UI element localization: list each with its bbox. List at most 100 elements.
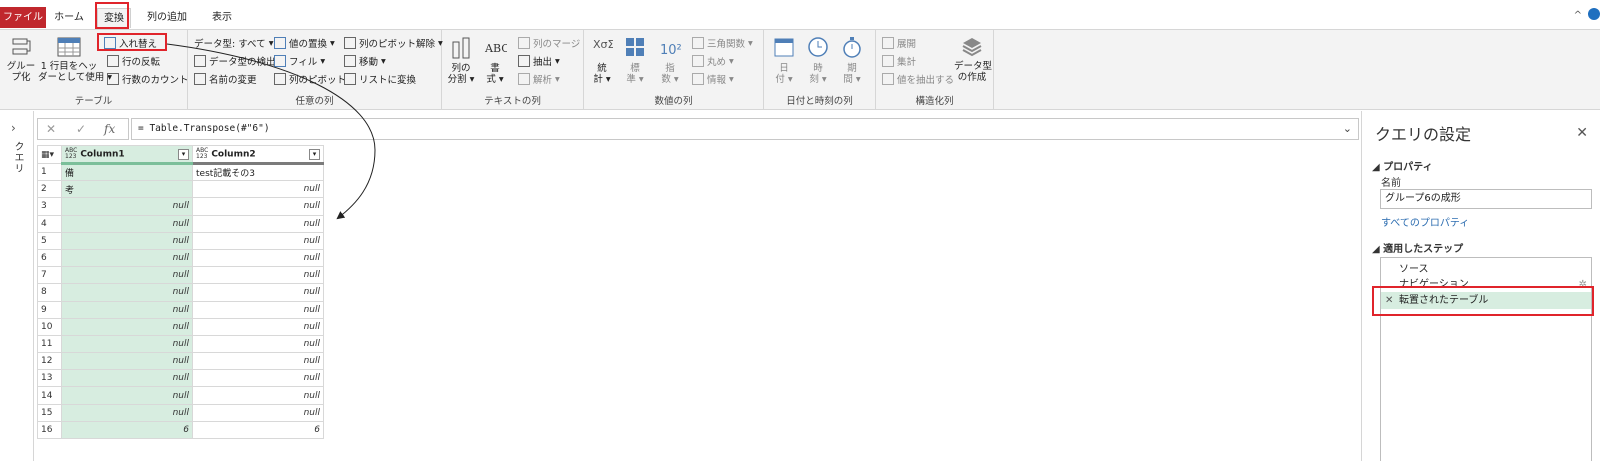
type-any-icon[interactable]: ABC 123 — [65, 148, 77, 160]
properties-section[interactable]: ◢ プロパティ — [1372, 158, 1433, 173]
cell[interactable]: null — [192, 317, 324, 336]
row-number: 14 — [37, 386, 62, 405]
count-rows-button[interactable]: 行数のカウント — [107, 71, 189, 87]
move-button[interactable]: 移動 ▾ — [344, 53, 386, 69]
cell[interactable]: null — [192, 266, 324, 285]
cell[interactable]: null — [192, 334, 324, 354]
cell[interactable]: null — [192, 300, 324, 319]
tab-view[interactable]: 表示 — [206, 8, 238, 28]
tab-add-column[interactable]: 列の追加 — [144, 8, 190, 28]
extract-button[interactable]: 抽出 ▾ — [518, 53, 560, 69]
cell[interactable]: null — [61, 214, 193, 233]
rounding-button[interactable]: 丸め ▾ — [692, 53, 734, 69]
cell[interactable]: null — [61, 197, 193, 216]
cancel-icon[interactable]: ✕ — [46, 122, 56, 136]
cell[interactable]: null — [192, 283, 324, 302]
step-navigation[interactable]: ナビゲーション ✲ — [1381, 276, 1591, 293]
column2-filter-icon[interactable]: ▾ — [309, 149, 320, 160]
expand-queries-icon[interactable]: › — [11, 121, 16, 135]
queries-pane-collapsed[interactable]: › クエリ — [0, 111, 34, 461]
pivot-button[interactable]: 列のピボット — [274, 71, 346, 87]
tab-home[interactable]: ホーム — [52, 8, 86, 28]
cell[interactable]: null — [192, 248, 324, 268]
cell[interactable]: null — [61, 248, 193, 268]
trig-button[interactable]: 三角関数 ▾ — [692, 35, 753, 51]
split-column-button[interactable]: 列の 分割 ▾ — [446, 36, 476, 85]
cell[interactable]: null — [192, 214, 324, 233]
cell[interactable]: 備 — [61, 162, 193, 182]
query-name-input[interactable]: グループ6の成形 — [1380, 189, 1592, 209]
cell[interactable]: null — [61, 283, 193, 302]
type-any-icon[interactable]: ABC 123 — [196, 148, 208, 160]
cell[interactable]: null — [192, 386, 324, 405]
expand-button[interactable]: 展開 — [882, 35, 916, 51]
reverse-rows-icon — [107, 55, 119, 67]
cell[interactable]: null — [61, 386, 193, 405]
detect-type-button[interactable]: データ型の検出 — [194, 53, 276, 69]
cell[interactable]: null — [61, 300, 193, 319]
unpivot-button[interactable]: 列のピボット解除 ▾ — [344, 35, 443, 51]
cell[interactable]: null — [61, 334, 193, 354]
cell[interactable]: test記載その3 — [192, 162, 324, 182]
help-icon[interactable] — [1588, 8, 1600, 20]
confirm-icon[interactable]: ✓ — [76, 122, 86, 136]
column1-filter-icon[interactable]: ▾ — [178, 149, 189, 160]
cell[interactable]: null — [61, 403, 193, 422]
cell[interactable]: 考 — [61, 180, 193, 199]
applied-steps-section[interactable]: ◢ 適用したステップ — [1372, 240, 1463, 255]
duration-button[interactable]: 期 間 ▾ — [838, 36, 866, 85]
cell[interactable]: null — [192, 369, 324, 388]
transpose-button[interactable]: 入れ替え — [104, 35, 157, 51]
table-row: 13 null null — [37, 369, 324, 388]
chevron-down-icon: ▾ — [381, 55, 386, 67]
cell[interactable]: null — [192, 352, 324, 371]
to-list-button[interactable]: リストに変換 — [344, 71, 416, 87]
cell[interactable]: null — [61, 317, 193, 336]
date-button[interactable]: 日 付 ▾ — [770, 36, 798, 85]
cell[interactable]: 6 — [61, 420, 193, 440]
tab-file[interactable]: ファイル — [0, 7, 46, 28]
create-data-type-button[interactable]: データ型 の作成 — [954, 36, 992, 83]
reverse-rows-button[interactable]: 行の反転 — [107, 53, 160, 69]
cell[interactable]: 6 — [192, 420, 324, 440]
svg-text:ABC: ABC — [484, 42, 507, 55]
info-button[interactable]: 情報 ▾ — [692, 71, 734, 87]
cell[interactable]: null — [61, 231, 193, 250]
step-transposed-table[interactable]: ✕ 転置されたテーブル — [1381, 292, 1591, 309]
format-button[interactable]: ABC 書 式 ▾ — [480, 36, 510, 85]
group-by-button[interactable]: グルー プ化 — [6, 36, 36, 83]
expand-formula-icon[interactable]: ⌄ — [1343, 119, 1352, 139]
cell[interactable]: null — [192, 180, 324, 199]
statistics-button[interactable]: XσΣ 統 計 ▾ — [588, 36, 616, 85]
fill-button[interactable]: フィル ▾ — [274, 53, 325, 69]
cell[interactable]: null — [61, 266, 193, 285]
gear-icon[interactable]: ✲ — [1579, 276, 1587, 293]
aggregate-button[interactable]: 集計 — [882, 53, 916, 69]
cell[interactable]: null — [61, 369, 193, 388]
parse-button[interactable]: 解析 ▾ — [518, 71, 560, 87]
column1-header[interactable]: ABC 123 Column1 ▾ — [61, 145, 193, 165]
cell[interactable]: null — [192, 403, 324, 422]
tab-transform[interactable]: 変換 — [97, 8, 131, 28]
cell[interactable]: null — [192, 197, 324, 216]
delete-step-icon[interactable]: ✕ — [1385, 292, 1393, 309]
close-icon[interactable]: ✕ — [1576, 125, 1588, 141]
merge-columns-button[interactable]: 列のマージ — [518, 35, 580, 51]
data-type-dropdown[interactable]: データ型: すべて ▾ — [194, 35, 273, 51]
column2-header[interactable]: ABC 123 Column2 ▾ — [192, 145, 324, 165]
fx-icon[interactable]: fx — [104, 122, 115, 136]
rename-button[interactable]: 名前の変更 — [194, 71, 257, 87]
properties-label: プロパティ — [1383, 162, 1433, 173]
table-menu-icon[interactable]: ▦▾ — [37, 145, 62, 164]
cell[interactable]: null — [192, 231, 324, 250]
scientific-button[interactable]: 10² 指 数 ▾ — [656, 36, 684, 85]
use-first-row-button[interactable]: 1 行目をヘッ ダーとして使用 ▾ — [38, 36, 112, 83]
formula-input[interactable]: = Table.Transpose(#"6") ⌄ — [131, 118, 1359, 140]
cell[interactable]: null — [61, 352, 193, 371]
standard-button[interactable]: 標 準 ▾ — [620, 36, 650, 85]
collapse-ribbon-icon[interactable]: ^ — [1574, 10, 1582, 21]
all-properties-link[interactable]: すべてのプロパティ — [1381, 214, 1469, 229]
replace-values-button[interactable]: 値の置換 ▾ — [274, 35, 335, 51]
extract-values-button[interactable]: 値を抽出する — [882, 71, 954, 87]
time-button[interactable]: 時 刻 ▾ — [804, 36, 832, 85]
